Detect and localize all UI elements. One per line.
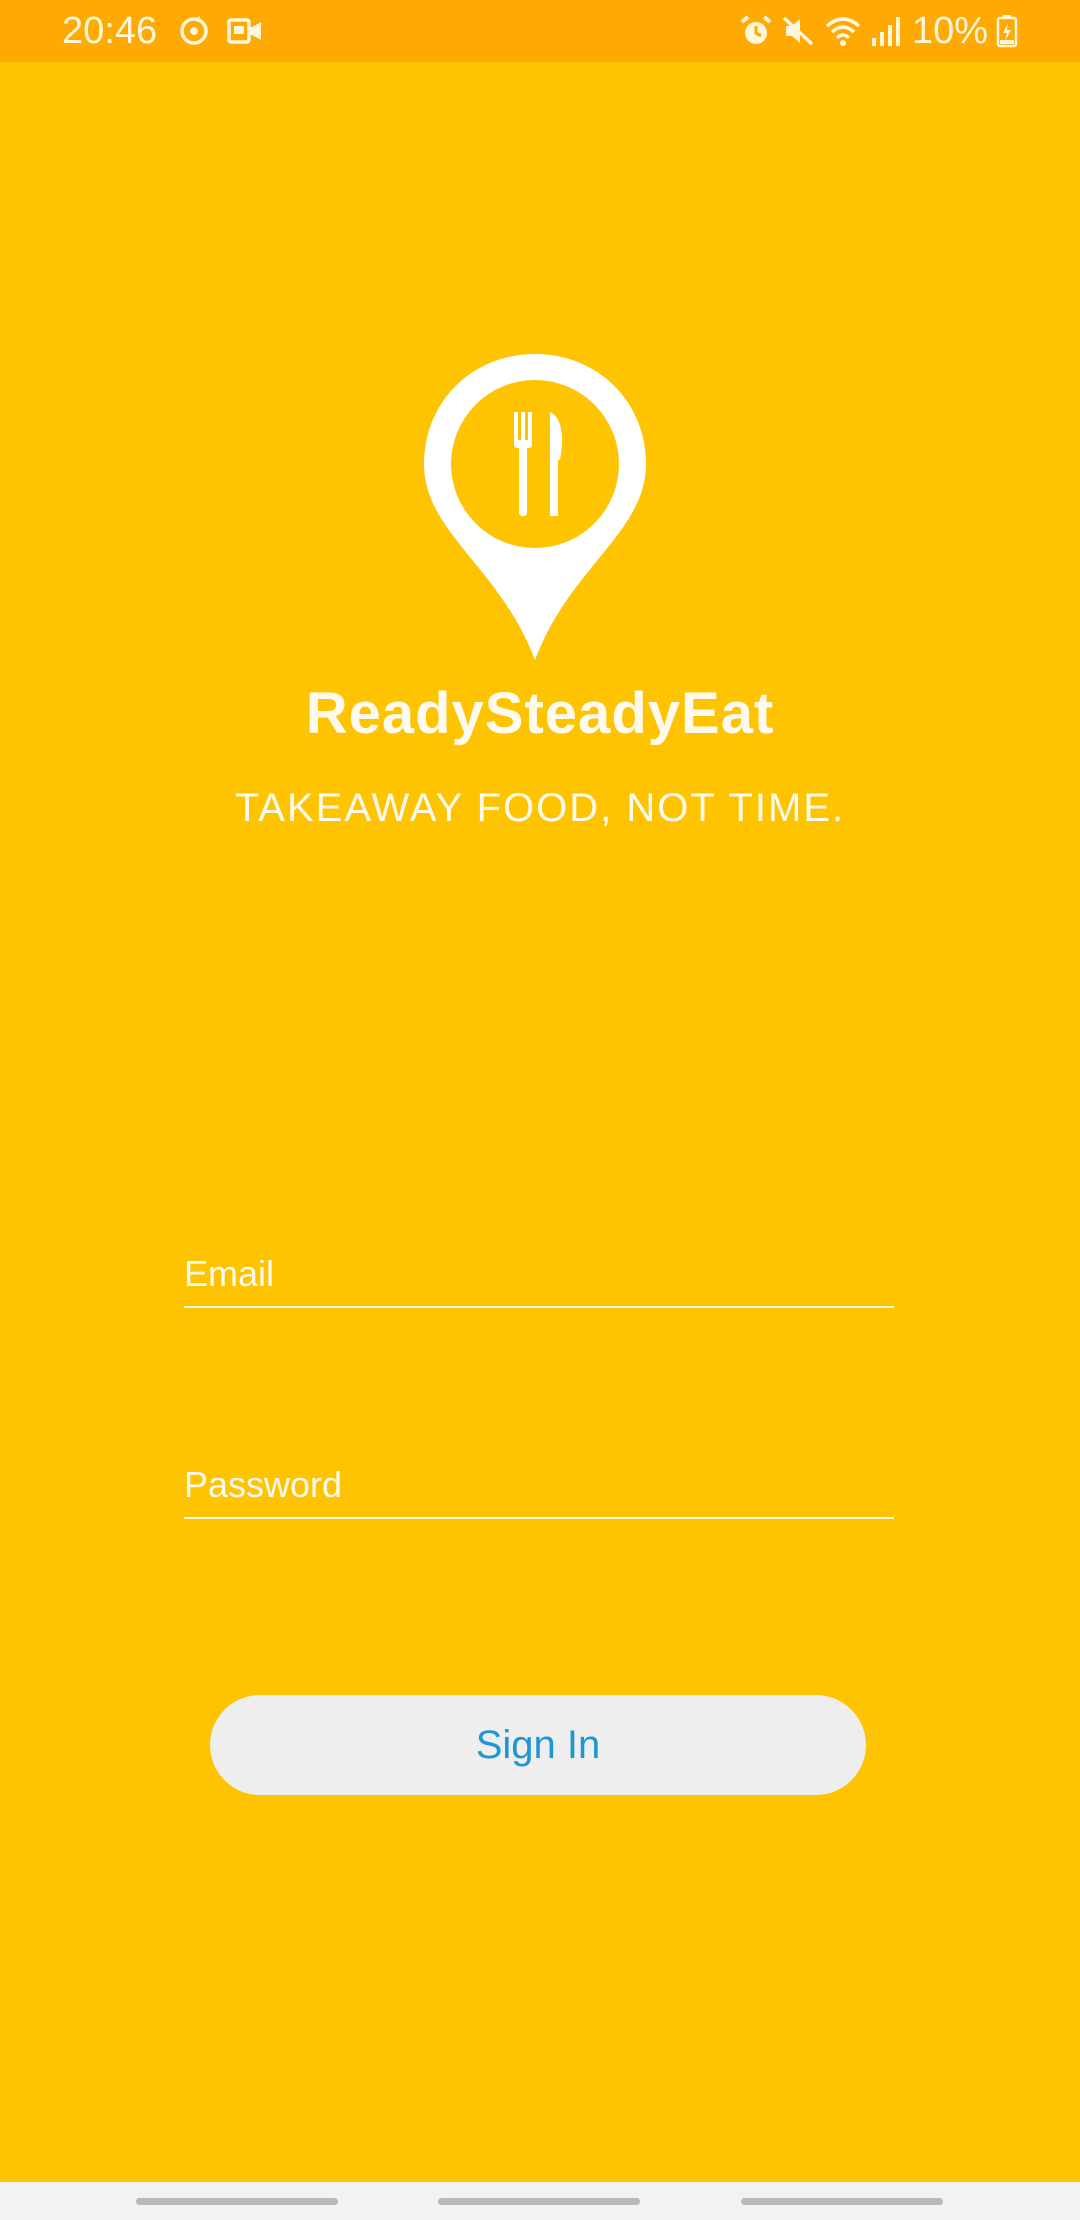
email-field[interactable] [184, 1242, 894, 1308]
sign-in-button[interactable]: Sign In [210, 1695, 866, 1795]
video-call-icon [227, 18, 261, 44]
status-time: 20:46 [62, 10, 158, 52]
status-bar: 20:46 10% [0, 0, 1080, 62]
password-field[interactable] [184, 1453, 894, 1519]
app-name: ReadySteadyEat [305, 681, 775, 746]
sync-icon [180, 16, 208, 45]
battery-charging-icon [996, 15, 1018, 48]
tagline: TAKEAWAY FOOD, NOT TIME. [234, 786, 846, 830]
wifi-icon [825, 17, 861, 46]
navigation-bar [0, 2182, 1080, 2220]
alarm-icon [740, 15, 772, 44]
location-pin-cutlery-icon [424, 354, 646, 660]
nav-recent-apps-button[interactable] [136, 2198, 338, 2205]
nav-back-button[interactable] [741, 2198, 943, 2205]
nav-home-button[interactable] [438, 2198, 640, 2205]
mute-icon [782, 16, 814, 46]
signal-icon [872, 17, 900, 46]
battery-percent: 10% [911, 10, 988, 52]
login-screen: 20:46 10% ReadySteadyEat TAKEAWAY FOOD, … [0, 0, 1080, 2220]
